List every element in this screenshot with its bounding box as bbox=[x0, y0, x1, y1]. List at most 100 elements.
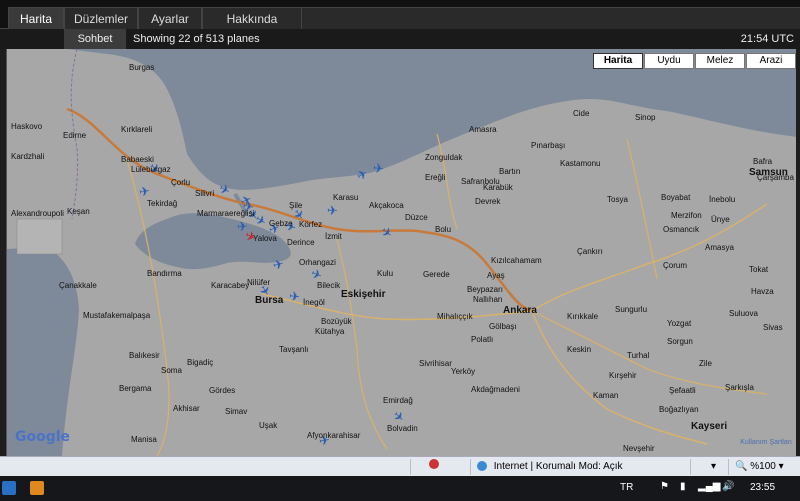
language-indicator[interactable]: TR bbox=[620, 482, 633, 493]
tab-spacer bbox=[302, 7, 800, 29]
city-label: Zile bbox=[699, 359, 712, 368]
city-label: Kırıkkale bbox=[567, 312, 599, 321]
city-label: Gölbaşı bbox=[489, 322, 517, 331]
zoom-icon: 🔍 bbox=[735, 461, 748, 472]
city-label: Marmaraereğlisi bbox=[197, 209, 255, 218]
network-icon[interactable]: ▮ bbox=[680, 481, 686, 492]
chevron-down-icon[interactable]: ▾ bbox=[711, 461, 716, 472]
city-label: İnebolu bbox=[709, 195, 736, 204]
zoom-level: %100 bbox=[750, 461, 776, 472]
black-sea bbox=[7, 49, 796, 190]
city-label: Lüleburgaz bbox=[131, 165, 171, 174]
folder-icon[interactable] bbox=[2, 481, 16, 495]
zoom-control[interactable]: 🔍 %100 ▾ bbox=[728, 459, 800, 475]
city-label: Bafra bbox=[753, 157, 773, 166]
zone-text: Internet | Korumalı Mod: Açık bbox=[493, 461, 623, 472]
city-label: Gerede bbox=[423, 270, 450, 279]
media-player-icon[interactable] bbox=[30, 481, 44, 495]
taskbar-clock[interactable]: 23:55 bbox=[750, 482, 775, 493]
signal-icon[interactable]: ▂▄▆ bbox=[698, 481, 720, 492]
google-logo: Google bbox=[15, 429, 71, 445]
maptype-harita[interactable]: Harita bbox=[593, 53, 643, 69]
city-label: Kaman bbox=[593, 391, 619, 400]
city-label: Şefaatli bbox=[669, 386, 696, 395]
tab-duzlemler[interactable]: Düzlemler bbox=[64, 7, 138, 29]
city-label: Bigadiç bbox=[187, 358, 214, 367]
city-label: Bilecik bbox=[317, 281, 341, 290]
city-label: Kırşehir bbox=[609, 371, 637, 380]
city-label: Pınarbaşı bbox=[531, 141, 566, 150]
city-label: Keskin bbox=[567, 345, 592, 354]
plane-marker[interactable]: ✈ bbox=[372, 160, 385, 177]
tab-ayarlar[interactable]: Ayarlar bbox=[138, 7, 202, 29]
city-label: Bandırma bbox=[147, 269, 182, 278]
city-label: Çanakkale bbox=[59, 281, 97, 290]
city-label: Şarkışla bbox=[725, 383, 754, 392]
city-label: Havza bbox=[751, 287, 774, 296]
city-label: Çorum bbox=[663, 261, 688, 270]
city-label: Balıkesir bbox=[129, 351, 160, 360]
city-label: Haskovo bbox=[11, 122, 43, 131]
city-label: Amasya bbox=[705, 243, 734, 252]
city-label: Amasra bbox=[469, 125, 497, 134]
status-zone-cell[interactable]: Internet | Korumalı Mod: Açık bbox=[470, 459, 690, 475]
city-label: Çarşamba bbox=[757, 173, 794, 182]
city-label: Silivri bbox=[195, 189, 215, 198]
city-label: Mustafakemalpaşa bbox=[83, 311, 151, 320]
city-label: Mihalıççık bbox=[437, 312, 473, 321]
terms-link[interactable]: Kullanım Şartları bbox=[740, 439, 792, 446]
maptype-arazi[interactable]: Arazi bbox=[746, 53, 796, 69]
city-label: Zonguldak bbox=[425, 153, 463, 162]
city-label: Kulu bbox=[377, 269, 394, 278]
city-label: Boğazlıyan bbox=[659, 405, 699, 414]
city-label: Bolu bbox=[435, 225, 452, 234]
status-settings-cell[interactable]: ▾ bbox=[690, 459, 728, 475]
plane-marker[interactable]: ✈ bbox=[288, 288, 300, 305]
city-label: Sivas bbox=[763, 323, 783, 332]
flag-icon[interactable]: ⚑ bbox=[660, 481, 669, 492]
top-nav: Harita Düzlemler Ayarlar Hakkında bbox=[0, 0, 800, 29]
windows-taskbar: TR ⚑ ▮ ▂▄▆ 🔊 23:55 bbox=[0, 476, 800, 501]
city-label: Gebze bbox=[269, 219, 293, 228]
city-label: Bursa bbox=[255, 295, 284, 306]
city-label: Burgas bbox=[129, 63, 155, 72]
city-label: Yozgat bbox=[667, 319, 692, 328]
city-label: Kardzhali bbox=[11, 152, 45, 161]
city-label: Kütahya bbox=[315, 327, 345, 336]
city-label: Bergama bbox=[119, 384, 152, 393]
tab-sohbet[interactable]: Sohbet bbox=[64, 29, 126, 49]
city-label: İzmit bbox=[325, 232, 342, 241]
city-label: Sinop bbox=[635, 113, 656, 122]
city-label: Tavşanlı bbox=[279, 345, 309, 354]
city-label: Ereğli bbox=[425, 173, 446, 182]
city-label: Manisa bbox=[131, 435, 157, 444]
city-label: Cide bbox=[573, 109, 590, 118]
city-label: Safranbolu bbox=[461, 177, 500, 186]
city-label: Karasu bbox=[333, 193, 359, 202]
maptype-uydu[interactable]: Uydu bbox=[644, 53, 694, 69]
maptype-melez[interactable]: Melez bbox=[695, 53, 745, 69]
city-label: Gördes bbox=[209, 386, 236, 395]
city-label: Beypazarı bbox=[467, 285, 504, 294]
city-label: Karacabey bbox=[211, 281, 250, 290]
plane-marker[interactable]: ✈ bbox=[327, 203, 338, 219]
city-label: Ankara bbox=[503, 305, 537, 316]
tab-harita[interactable]: Harita bbox=[8, 7, 64, 29]
volume-icon[interactable]: 🔊 bbox=[722, 481, 734, 492]
city-label: Çankırı bbox=[577, 247, 603, 256]
tab-hakkinda[interactable]: Hakkında bbox=[202, 7, 302, 29]
city-label: Bolvadin bbox=[387, 424, 418, 433]
map-canvas[interactable]: ✈ ✈ ✈ ✈ ✈ ✈ ✈ ✈ ✈ ✈ ✈ ✈ ✈ ✈ ✈ ✈ ✈ ✈ ✈ ✈ ✈ ✈ Burgas Haskovo Edir… bbox=[6, 49, 796, 456]
security-icon[interactable] bbox=[429, 459, 439, 469]
city-label: Suluova bbox=[729, 309, 758, 318]
chevron-down-icon[interactable]: ▾ bbox=[779, 461, 784, 472]
city-label: Boyabat bbox=[661, 193, 691, 202]
city-label: Çorlu bbox=[171, 178, 191, 187]
globe-icon bbox=[477, 461, 487, 472]
city-label: Keşan bbox=[67, 207, 90, 216]
city-label: Ünye bbox=[711, 215, 730, 224]
city-label: Kayseri bbox=[691, 421, 728, 432]
city-label: Nallıhan bbox=[473, 295, 503, 304]
city-label: Şile bbox=[289, 201, 303, 210]
city-label: Merzifon bbox=[671, 211, 702, 220]
